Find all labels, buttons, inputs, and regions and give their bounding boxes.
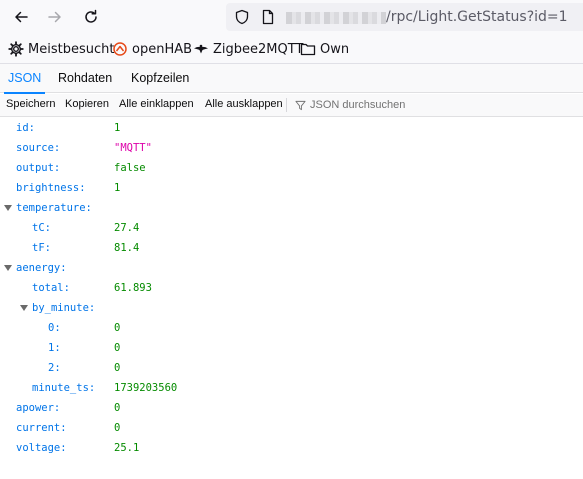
json-value: 0 <box>114 322 121 334</box>
json-row-brightness: brightness: 1 <box>0 178 583 198</box>
json-key: aenergy: <box>16 262 67 274</box>
expand-all-button[interactable]: Alle ausklappen <box>205 98 283 110</box>
expand-toggle-icon[interactable] <box>20 305 28 311</box>
json-value: 1 <box>114 182 121 194</box>
json-row-apower: apower: 0 <box>0 398 583 418</box>
json-value: 0 <box>114 422 121 434</box>
json-row-source: source: "MQTT" <box>0 138 583 158</box>
json-row-aenergy[interactable]: aenergy: <box>0 258 583 278</box>
json-viewer-tabs: JSON Rohdaten Kopfzeilen <box>0 64 583 94</box>
back-arrow-icon <box>15 11 28 23</box>
json-action-toolbar: Speichern Kopieren Alle einklappen Alle … <box>0 94 583 117</box>
json-row-by-minute-1: 1: 0 <box>0 338 583 358</box>
json-row-output: output: false <box>0 158 583 178</box>
reload-button[interactable] <box>78 5 104 29</box>
expand-toggle-icon[interactable] <box>4 205 12 211</box>
json-value: false <box>114 162 146 174</box>
json-key: minute_ts: <box>32 382 96 394</box>
json-value: 81.4 <box>114 242 140 254</box>
json-value: 1739203560 <box>114 382 178 394</box>
json-row-tc: tC: 27.4 <box>0 218 583 238</box>
json-row-current: current: 0 <box>0 418 583 438</box>
json-row-by-minute[interactable]: by_minute: <box>0 298 583 318</box>
redacted-host <box>286 12 386 24</box>
json-key: total: <box>32 282 70 294</box>
json-key: temperature: <box>16 202 92 214</box>
reload-icon <box>85 9 97 23</box>
json-key: apower: <box>16 402 61 414</box>
toolbar-divider <box>286 98 287 112</box>
copy-button[interactable]: Kopieren <box>65 98 109 110</box>
back-button[interactable] <box>8 5 34 29</box>
url-path: /rpc/Light.GetStatus?id=1 <box>386 9 568 25</box>
json-value: 25.1 <box>114 442 140 454</box>
json-key: voltage: <box>16 442 67 454</box>
filter-placeholder: JSON durchsuchen <box>310 99 406 111</box>
forward-arrow-icon <box>48 11 61 23</box>
json-key: tF: <box>32 242 51 254</box>
json-value: 0 <box>114 362 121 374</box>
json-row-tf: tF: 81.4 <box>0 238 583 258</box>
zigbee-bee-icon <box>193 41 209 57</box>
tab-json[interactable]: JSON <box>3 64 46 94</box>
json-filter-input[interactable]: JSON durchsuchen <box>295 97 405 113</box>
forward-button[interactable] <box>42 5 68 29</box>
json-key: tC: <box>32 222 51 234</box>
json-row-minute-ts: minute_ts: 1739203560 <box>0 378 583 398</box>
json-row-temperature[interactable]: temperature: <box>0 198 583 218</box>
folder-icon <box>300 41 316 57</box>
bookmark-label: Zigbee2MQTT <box>213 41 304 57</box>
save-button[interactable]: Speichern <box>6 98 56 110</box>
json-value: 61.893 <box>114 282 152 294</box>
json-value: 0 <box>114 342 121 354</box>
json-key: by_minute: <box>32 302 96 314</box>
json-key: brightness: <box>16 182 86 194</box>
bookmark-label: Own <box>320 41 350 57</box>
json-row-id: id: 1 <box>0 118 583 138</box>
filter-icon <box>295 100 306 110</box>
bookmark-label: openHAB <box>132 41 193 57</box>
collapse-all-button[interactable]: Alle einklappen <box>119 98 194 110</box>
bookmark-label: Meistbesucht <box>28 41 115 57</box>
navigation-toolbar: /rpc/Light.GetStatus?id=1 <box>0 0 583 34</box>
shield-icon[interactable] <box>234 9 250 25</box>
tab-rohdaten[interactable]: Rohdaten <box>58 64 112 93</box>
json-key: 2: <box>48 362 61 374</box>
json-row-voltage: voltage: 25.1 <box>0 438 583 458</box>
json-key: id: <box>16 122 35 134</box>
json-row-total: total: 61.893 <box>0 278 583 298</box>
page-icon[interactable] <box>260 9 276 25</box>
json-key: output: <box>16 162 61 174</box>
json-value: 1 <box>114 122 121 134</box>
json-row-by-minute-0: 0: 0 <box>0 318 583 338</box>
json-key: source: <box>16 142 61 154</box>
json-value: 27.4 <box>114 222 140 234</box>
json-key: current: <box>16 422 67 434</box>
json-value: "MQTT" <box>114 142 152 154</box>
bookmark-folder-own[interactable]: Own <box>300 40 349 58</box>
address-bar[interactable]: /rpc/Light.GetStatus?id=1 <box>226 3 583 31</box>
bookmark-zigbee2mqtt[interactable]: Zigbee2MQTT <box>193 40 303 58</box>
json-row-by-minute-2: 2: 0 <box>0 358 583 378</box>
json-key: 0: <box>48 322 61 334</box>
openhab-icon <box>112 41 128 57</box>
bookmark-meistbesucht[interactable]: Meistbesucht <box>8 40 114 58</box>
bookmarks-bar: Meistbesucht openHAB Zigbee2MQTT Own <box>0 34 583 64</box>
expand-toggle-icon[interactable] <box>4 265 12 271</box>
json-value: 0 <box>114 402 121 414</box>
bookmark-openhab[interactable]: openHAB <box>112 40 192 58</box>
tab-kopfzeilen[interactable]: Kopfzeilen <box>131 64 189 93</box>
gear-icon <box>8 41 24 57</box>
json-key: 1: <box>48 342 61 354</box>
